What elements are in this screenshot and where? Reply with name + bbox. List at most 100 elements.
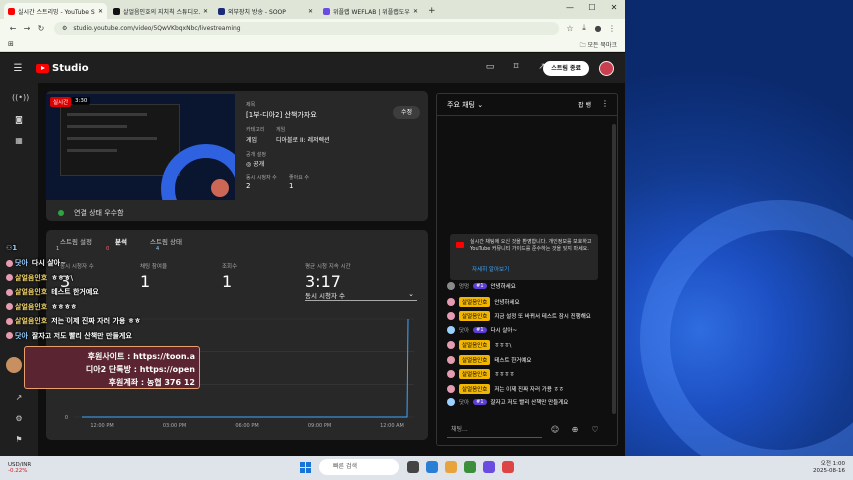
x-tick-label: 06:00 PM <box>235 423 258 429</box>
browser-tab-2[interactable]: 살얼음인호의 지치칙 스튜디오... ✕ <box>109 3 212 19</box>
chat-message: 닷아 #1 잘자고 저도 빨리 산책만 만들게요 <box>447 398 568 406</box>
end-stream-button[interactable]: 스트림 종료 <box>543 61 589 76</box>
overlay-chat-line: 닷아 다시 살아~ <box>6 258 66 268</box>
owner-badge[interactable]: 살얼음인호 <box>459 296 491 307</box>
reload-icon[interactable]: ↻ <box>34 24 48 33</box>
chat-avatar[interactable] <box>447 312 455 320</box>
studio-favicon-icon <box>113 7 120 15</box>
emoji-icon[interactable]: ☺ <box>545 425 565 434</box>
connection-status: 연결 상태 우수함 <box>58 208 124 218</box>
all-bookmarks-folder[interactable]: 🗀 모든 북마크 <box>580 40 617 51</box>
overlay-chat-line: 살얼음인호 저는 이제 진짜 자러 가용 ㅎㅎ <box>6 316 141 326</box>
stream-category: 게임 <box>246 137 258 144</box>
learn-more-link[interactable]: 자세히 알아보기 <box>472 265 509 273</box>
close-tab-icon[interactable]: ✕ <box>98 8 103 15</box>
layout-icon[interactable]: ▭ <box>477 62 503 72</box>
app-icon[interactable] <box>483 461 495 473</box>
chrome-icon[interactable] <box>502 461 514 473</box>
apps-grid-icon[interactable]: ⊞ <box>8 40 14 48</box>
channel-avatar[interactable] <box>599 61 614 76</box>
chat-avatar[interactable] <box>447 341 455 349</box>
hamburger-menu-icon[interactable]: ☰ <box>6 63 30 74</box>
chat-text: ㅎㅎㅎ\ <box>494 343 512 349</box>
stream-overlay: ⚇ 1 닷아 다시 살아~ 살얼음인호 ㅎㅎㅎ\ 살얼음인호 테스트 한거예요 살얼음인호 ㅎ… <box>2 244 202 394</box>
chat-avatar[interactable] <box>447 325 455 334</box>
chat-author[interactable]: 닷아 <box>459 326 469 334</box>
overlay-chat-line: 닷아 잘자고 저도 빨리 산책만 만들게요 <box>6 331 132 341</box>
close-tab-icon[interactable]: ✕ <box>203 8 208 15</box>
x-tick-label: 03:00 PM <box>163 423 186 429</box>
tab-bar: 실시간 스트리밍 - YouTube Stu... ✕ 살얼음인호의 지치칙 스… <box>0 0 625 19</box>
clock[interactable]: 오전 1:00 2025-08-16 <box>813 461 845 475</box>
metric-dropdown[interactable]: 동시 시청자 수 ⌄ <box>305 290 417 301</box>
chat-mode-select[interactable]: 주요 채팅 ⌄ <box>447 100 483 110</box>
browser-tab-1[interactable]: 실시간 스트리밍 - YouTube Stu... ✕ <box>4 3 107 19</box>
close-tab-icon[interactable]: ✕ <box>413 8 418 15</box>
edge-icon[interactable] <box>426 461 438 473</box>
forward-icon[interactable]: → <box>20 24 34 33</box>
external-link-icon[interactable]: ↗ <box>12 393 26 402</box>
super-chat-icon[interactable]: ⊕ <box>565 425 585 434</box>
overlay-chat-line: 살얼음인호 ㅎㅎㅎㅎ <box>6 302 77 312</box>
pin-button[interactable]: 팝 뱅 <box>578 100 591 109</box>
chevron-down-icon: ⌄ <box>408 290 414 298</box>
owner-badge[interactable]: 살얼음인호 <box>459 311 491 321</box>
back-icon[interactable]: ← <box>6 24 20 33</box>
studio-header: ☰ Studio ▭ ⌑ ↗ 스트림 종료 <box>0 53 625 83</box>
chat-welcome-notice: 실시간 채팅에 오신 것을 환영합니다. 개인정보를 보호하고 YouTube … <box>450 234 598 280</box>
member-badge: #1 <box>473 283 487 289</box>
chat-avatar[interactable] <box>447 355 455 364</box>
chat-avatar[interactable] <box>447 297 455 306</box>
browser-tab-4[interactable]: 위플랩 WEFLAB | 위플랩도우미... ✕ <box>319 3 422 19</box>
file-explorer-icon[interactable] <box>445 461 457 473</box>
chat-message: 살얼음인호 ㅎㅎㅎㅎ <box>447 369 515 379</box>
taskbar-search[interactable]: 빠른 검색 <box>319 459 399 475</box>
likes-count: 1 <box>289 182 294 190</box>
chat-text: ㅎㅎㅎㅎ <box>494 372 515 378</box>
chat-avatar[interactable] <box>447 282 455 290</box>
chat-input[interactable]: 채팅... <box>447 424 542 438</box>
task-view-icon[interactable] <box>407 461 419 473</box>
stream-preview[interactable]: 실시간 3:30 <box>46 94 235 200</box>
calendar-icon[interactable]: ▦ <box>12 136 26 145</box>
edit-button[interactable]: 수정 <box>392 106 420 119</box>
owner-badge[interactable]: 살얼음인호 <box>459 383 491 394</box>
chat-message: 멍멍 #1 안녕하세요 <box>447 282 516 290</box>
browser-tab-3[interactable]: 외부장치 방송 - SOOP ✕ <box>214 3 317 19</box>
download-icon[interactable]: ⤓ <box>577 23 591 33</box>
live-icon[interactable]: ((•)) <box>12 93 29 102</box>
settings-icon[interactable]: ⚙ <box>12 414 26 423</box>
browser-menu-icon[interactable]: ⋮ <box>605 24 619 33</box>
url-field[interactable]: ⚙ studio.youtube.com/video/5QwVKbqxNbc/l… <box>54 21 559 35</box>
close-tab-icon[interactable]: ✕ <box>308 8 313 15</box>
overlay-chat-line: 살얼음인호 테스트 한거예요 <box>6 287 99 297</box>
youtube-logo-icon <box>456 242 464 248</box>
camera-icon[interactable]: ◙ <box>12 115 26 124</box>
owner-badge[interactable]: 살얼음인호 <box>459 340 491 350</box>
chat-avatar[interactable] <box>447 370 455 378</box>
chat-author[interactable]: 멍멍 <box>459 282 469 290</box>
bookmark-star-icon[interactable]: ☆ <box>563 24 577 33</box>
stream-title: [1부-디아2] 산책가자요 <box>246 111 317 119</box>
chat-avatar[interactable] <box>447 398 455 406</box>
overlay-chat-line: 살얼음인호 ㅎㅎㅎ\ <box>6 273 73 283</box>
feedback-icon[interactable]: ⚑ <box>12 435 26 444</box>
owner-badge[interactable]: 살얼음인호 <box>459 369 491 379</box>
close-window-icon[interactable]: ✕ <box>603 0 625 16</box>
heart-icon[interactable]: ♡ <box>585 425 605 434</box>
minimize-icon[interactable]: — <box>559 0 581 16</box>
site-info-icon[interactable]: ⚙ <box>62 25 67 32</box>
studio-logo[interactable]: Studio <box>36 63 89 74</box>
overlay-avatar-icon <box>6 317 13 325</box>
ticker-widget[interactable]: USD/INR -0.22% <box>8 462 31 474</box>
owner-badge[interactable]: 살얼음인호 <box>459 354 491 365</box>
more-options-icon[interactable]: ⋮ <box>601 99 609 108</box>
new-tab-icon[interactable]: + <box>428 3 436 19</box>
bookmark-icon[interactable]: ⌑ <box>503 62 529 72</box>
app-icon[interactable] <box>464 461 476 473</box>
chat-avatar[interactable] <box>447 384 455 393</box>
profile-icon[interactable]: ● <box>591 24 605 33</box>
start-icon[interactable] <box>300 461 311 473</box>
maximize-icon[interactable]: ☐ <box>581 0 603 16</box>
chat-author[interactable]: 닷아 <box>459 398 469 406</box>
